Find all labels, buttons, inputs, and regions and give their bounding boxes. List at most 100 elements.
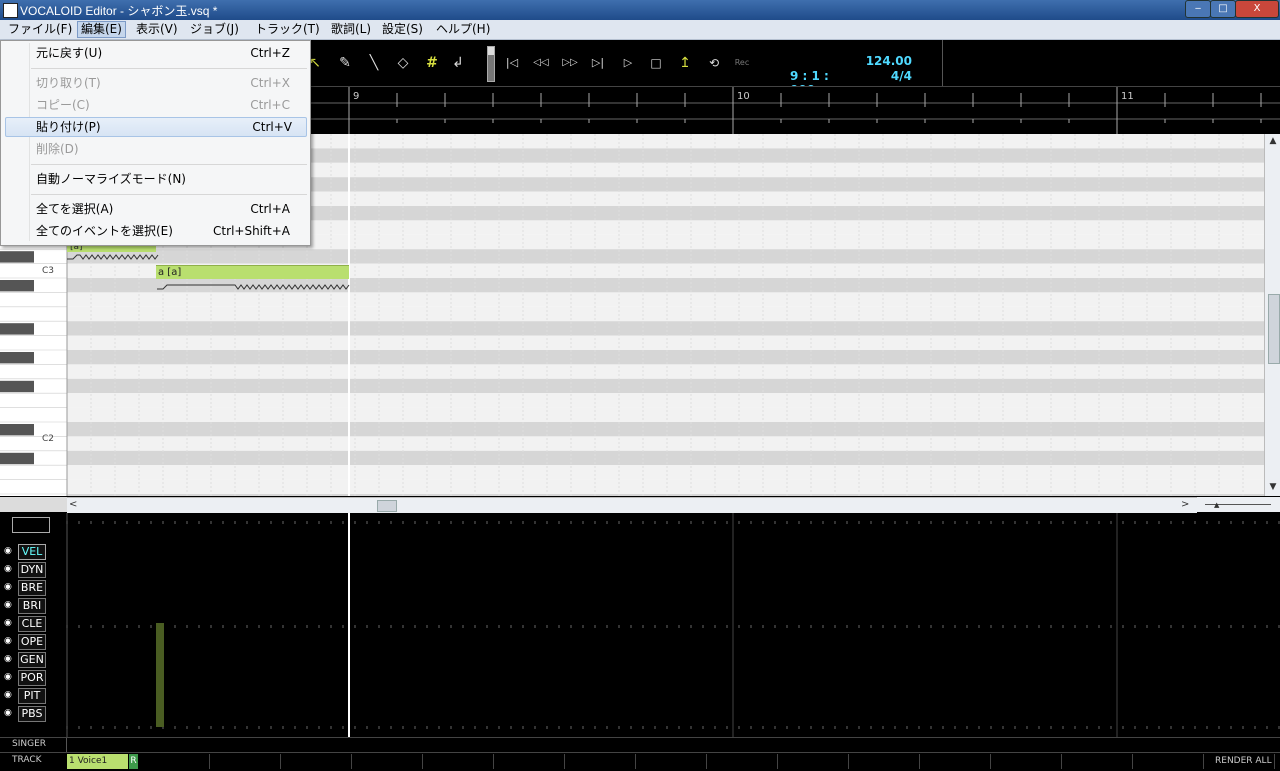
eraser-tool-icon[interactable]: ◇: [393, 53, 413, 73]
window-title: VOCALOID Editor - シャボン玉.vsq *: [20, 4, 218, 18]
track-slot[interactable]: [281, 754, 352, 769]
menu-lyrics[interactable]: 歌詞(L): [328, 22, 374, 37]
track-row: TRACK 1 Voice1 R RENDER ALL: [0, 752, 1280, 771]
track-slot[interactable]: [707, 754, 778, 769]
zoom-slider[interactable]: ▲: [1197, 497, 1280, 512]
vertical-scroll-thumb[interactable]: [1268, 294, 1280, 364]
close-button[interactable]: X: [1235, 0, 1279, 18]
menu-item-auto-normalize[interactable]: 自動ノーマライズモード(N): [5, 169, 305, 189]
render-all-button[interactable]: RENDER ALL: [1215, 756, 1272, 766]
stop-icon[interactable]: □: [646, 53, 666, 73]
visibility-eye-icon[interactable]: ◉: [4, 564, 14, 574]
vertical-scrollbar[interactable]: ▲ ▼: [1264, 134, 1280, 496]
play-icon[interactable]: ▷: [618, 53, 638, 73]
horizontal-scroll-thumb[interactable]: [377, 500, 397, 512]
menu-edit[interactable]: 編集(E): [77, 21, 126, 38]
menu-file[interactable]: ファイル(F): [5, 22, 75, 37]
track-tab-voice1[interactable]: 1 Voice1: [67, 754, 128, 769]
rec-icon[interactable]: Rec: [732, 53, 752, 73]
controller-label: BRI: [18, 598, 46, 614]
visibility-eye-icon[interactable]: ◉: [4, 654, 14, 664]
menu-job[interactable]: ジョブ(J): [187, 22, 242, 37]
maximize-button[interactable]: □: [1210, 0, 1236, 18]
go-start-icon[interactable]: |◁: [502, 53, 522, 73]
menu-item-delete[interactable]: 削除(D): [5, 139, 305, 159]
visibility-eye-icon[interactable]: ◉: [4, 690, 14, 700]
scroll-up-icon[interactable]: ▲: [1267, 136, 1279, 148]
loop-icon[interactable]: ⟲: [704, 53, 724, 73]
track-slot[interactable]: [849, 754, 920, 769]
quantize-icon[interactable]: ↲: [448, 53, 468, 73]
controller-bri[interactable]: ◉ BRI: [4, 598, 64, 614]
visibility-eye-icon[interactable]: ◉: [4, 636, 14, 646]
track-slot[interactable]: [991, 754, 1062, 769]
minimize-button[interactable]: ‒: [1185, 0, 1211, 18]
zoom-thumb-icon[interactable]: ▲: [1214, 501, 1219, 509]
scroll-right-icon[interactable]: >: [1181, 499, 1193, 511]
controller-dyn[interactable]: ◉ DYN: [4, 562, 64, 578]
track-slot[interactable]: [352, 754, 423, 769]
track-slot[interactable]: [423, 754, 494, 769]
menu-item-paste[interactable]: 貼り付け(P) Ctrl+V: [5, 117, 307, 137]
menu-settings[interactable]: 設定(S): [379, 22, 426, 37]
controller-label: BRE: [18, 580, 46, 596]
track-slot[interactable]: [139, 754, 210, 769]
scroll-left-icon[interactable]: <: [69, 499, 81, 511]
controller-label: PBS: [18, 706, 46, 722]
track-slot[interactable]: [778, 754, 849, 769]
visibility-eye-icon[interactable]: ◉: [4, 708, 14, 718]
menu-item-copy[interactable]: コピー(C) Ctrl+C: [5, 95, 305, 115]
pencil-tool-icon[interactable]: ✎: [335, 53, 355, 73]
controller-bre[interactable]: ◉ BRE: [4, 580, 64, 596]
go-end-icon[interactable]: ▷|: [588, 53, 608, 73]
volume-slider[interactable]: [487, 46, 495, 82]
bar-label-11: 11: [1121, 91, 1134, 102]
menu-item-select-all-events[interactable]: 全てのイベントを選択(E) Ctrl+Shift+A: [5, 221, 305, 241]
auto-scroll-icon[interactable]: ↥: [675, 53, 695, 73]
controller-vel[interactable]: ◉ VEL: [4, 544, 64, 560]
control-track-area[interactable]: [0, 513, 1280, 737]
menu-item-select-all[interactable]: 全てを選択(A) Ctrl+A: [5, 199, 305, 219]
horizontal-scrollbar[interactable]: < >: [67, 497, 1197, 513]
grid-icon[interactable]: #: [422, 53, 442, 73]
controller-pit[interactable]: ◉ PIT: [4, 688, 64, 704]
bar-label-10: 10: [737, 91, 750, 102]
track-slot[interactable]: [1062, 754, 1133, 769]
menu-track[interactable]: トラック(T): [252, 22, 323, 37]
track-slot[interactable]: [494, 754, 565, 769]
track-slot[interactable]: [920, 754, 991, 769]
track-slot[interactable]: [565, 754, 636, 769]
render-flag[interactable]: R: [129, 754, 138, 769]
controller-por[interactable]: ◉ POR: [4, 670, 64, 686]
controller-label: GEN: [18, 652, 46, 668]
track-slot[interactable]: [210, 754, 281, 769]
track-slot[interactable]: [636, 754, 707, 769]
controller-label: DYN: [18, 562, 46, 578]
singer-label: SINGER: [12, 739, 47, 749]
menu-view[interactable]: 表示(V): [133, 22, 181, 37]
key-label-c2: C2: [42, 434, 55, 444]
track-slot[interactable]: [1133, 754, 1204, 769]
title-bar: VOCALOID Editor - シャボン玉.vsq * ‒ □ X: [0, 0, 1280, 20]
controller-gen[interactable]: ◉ GEN: [4, 652, 64, 668]
menu-item-cut[interactable]: 切り取り(T) Ctrl+X: [5, 73, 305, 93]
menu-help[interactable]: ヘルプ(H): [433, 22, 493, 37]
line-tool-icon[interactable]: ╲: [364, 53, 384, 73]
fast-forward-icon[interactable]: ▷▷: [558, 53, 582, 73]
controller-cle[interactable]: ◉ CLE: [4, 616, 64, 632]
time-signature-display: 4/4: [890, 69, 912, 83]
controller-ope[interactable]: ◉ OPE: [4, 634, 64, 650]
visibility-eye-icon[interactable]: ◉: [4, 546, 14, 556]
scroll-down-icon[interactable]: ▼: [1267, 482, 1279, 494]
visibility-eye-icon[interactable]: ◉: [4, 672, 14, 682]
note-block[interactable]: a [a]: [156, 265, 349, 279]
bar-label-9: 9: [353, 91, 360, 102]
menu-item-undo[interactable]: 元に戻す(U) Ctrl+Z: [5, 43, 305, 63]
controller-label: OPE: [18, 634, 46, 650]
controller-label: POR: [18, 670, 46, 686]
visibility-eye-icon[interactable]: ◉: [4, 600, 14, 610]
controller-pbs[interactable]: ◉ PBS: [4, 706, 64, 722]
visibility-eye-icon[interactable]: ◉: [4, 582, 14, 592]
rewind-icon[interactable]: ◁◁: [529, 53, 553, 73]
visibility-eye-icon[interactable]: ◉: [4, 618, 14, 628]
